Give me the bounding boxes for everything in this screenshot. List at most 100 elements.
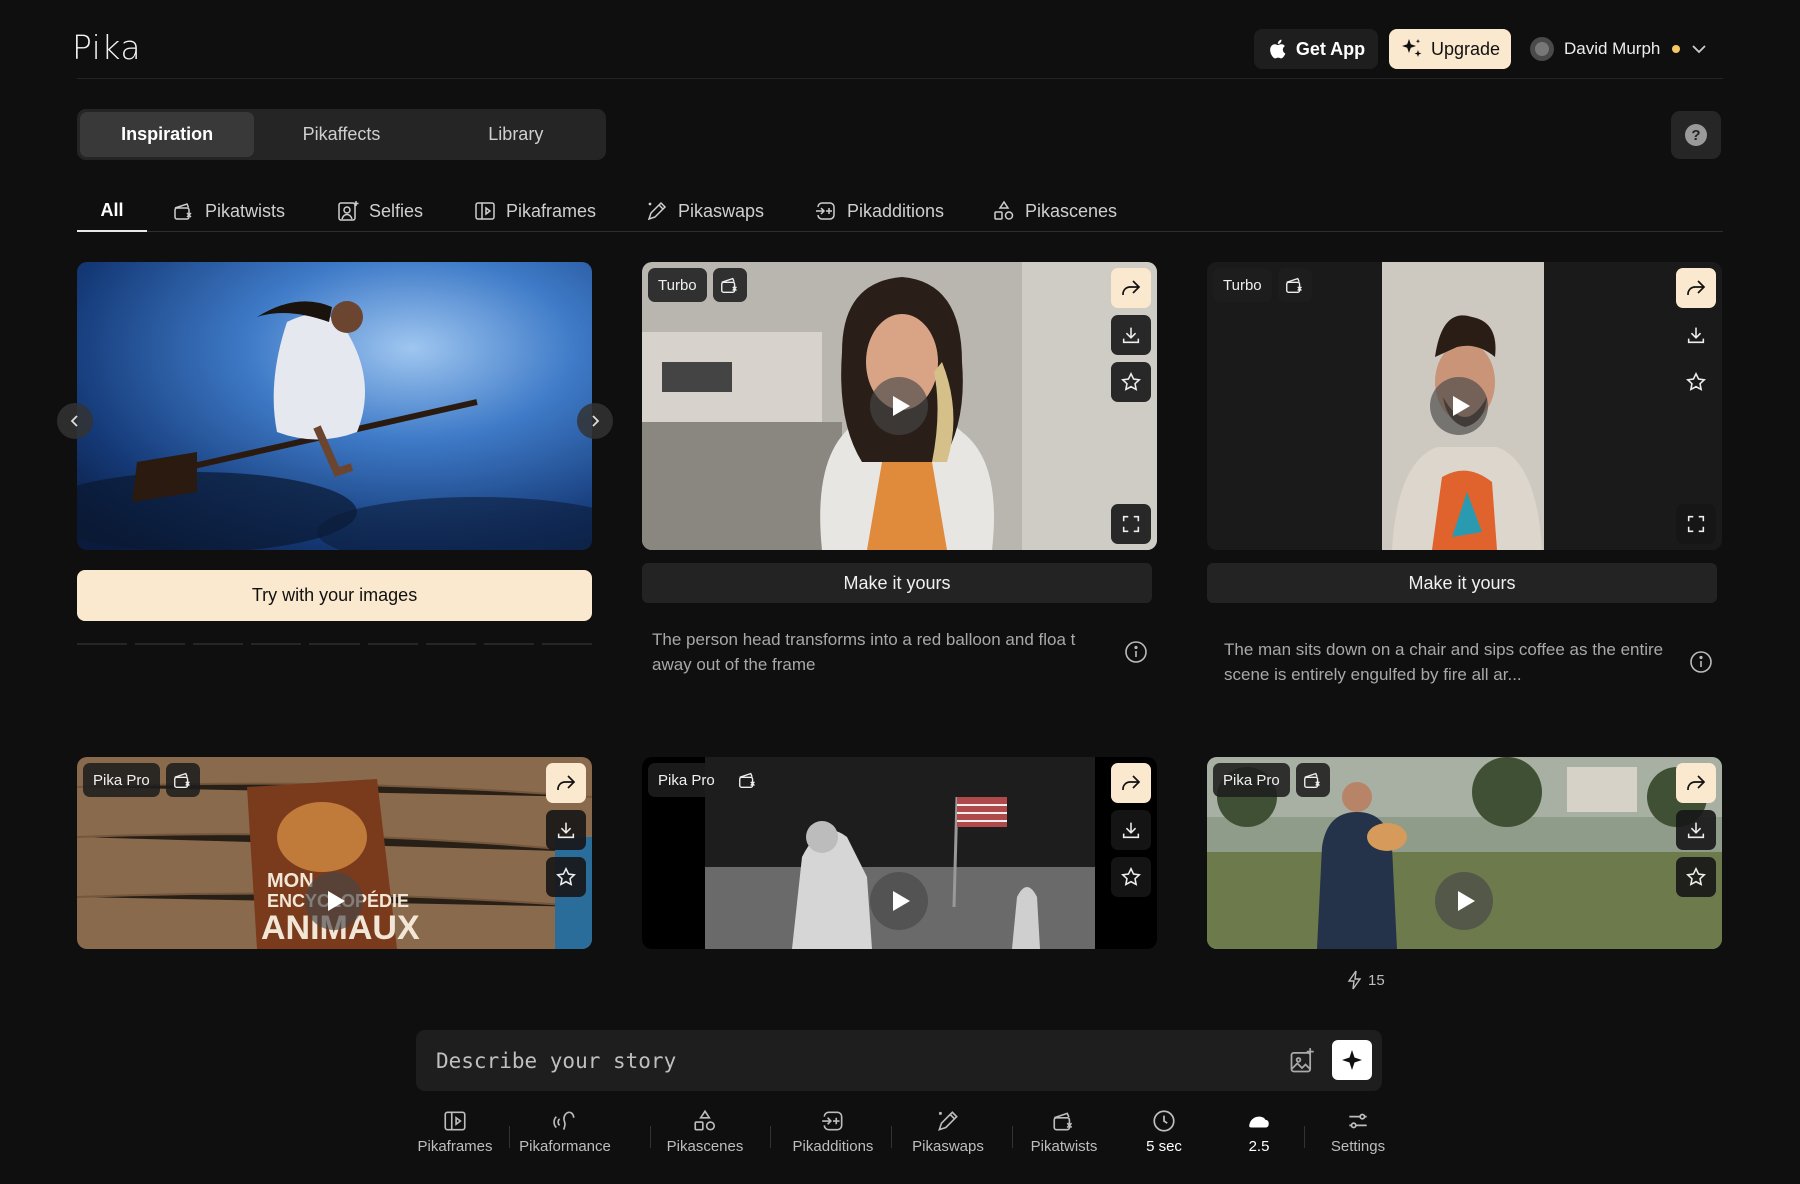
info-icon[interactable] xyxy=(1689,650,1713,674)
play-button[interactable] xyxy=(1435,872,1493,930)
card-actions xyxy=(1111,268,1151,402)
model-badge: Pika Pro xyxy=(1213,763,1290,797)
sparkle-icon xyxy=(1401,39,1422,57)
category-tabs: All Pikatwists Selfies Pikaframes Pikasw… xyxy=(77,190,1723,232)
add-image-icon[interactable] xyxy=(1288,1047,1316,1075)
info-icon[interactable] xyxy=(1124,640,1148,664)
tool-pikatwists[interactable]: Pikatwists xyxy=(1025,1100,1103,1166)
tool-duration[interactable]: 5 sec xyxy=(1139,1100,1189,1166)
help-button[interactable]: ? xyxy=(1671,111,1721,159)
download-button[interactable] xyxy=(1111,810,1151,850)
generate-button[interactable] xyxy=(1332,1040,1372,1080)
tool-model[interactable]: 2.5 xyxy=(1234,1100,1284,1166)
avatar xyxy=(1530,37,1554,61)
favorite-button[interactable] xyxy=(1111,857,1151,897)
tool-pikascenes[interactable]: Pikascenes xyxy=(665,1100,745,1166)
get-app-button[interactable]: Get App xyxy=(1254,29,1378,69)
favorite-button[interactable] xyxy=(1111,362,1151,402)
carousel-next-button[interactable] xyxy=(577,403,613,439)
carousel-dot[interactable] xyxy=(309,643,360,645)
fullscreen-button[interactable] xyxy=(1111,504,1151,544)
share-button[interactable] xyxy=(1676,763,1716,803)
favorite-button[interactable] xyxy=(1676,857,1716,897)
cat-tab-selfies[interactable]: Selfies xyxy=(336,190,423,232)
divider xyxy=(891,1126,892,1148)
cat-tab-pikaswaps[interactable]: Pikaswaps xyxy=(645,190,764,232)
featured-image[interactable] xyxy=(77,262,592,550)
make-it-yours-button[interactable]: Make it yours xyxy=(1207,563,1717,603)
favorite-button[interactable] xyxy=(1676,362,1716,402)
cat-tab-pikatwists[interactable]: Pikatwists xyxy=(172,190,285,232)
tool-label: Pikaformance xyxy=(519,1138,611,1155)
tool-label: Pikaframes xyxy=(417,1138,493,1155)
carousel-dot[interactable] xyxy=(251,643,302,645)
video-card[interactable]: Turbo xyxy=(1207,262,1722,550)
download-button[interactable] xyxy=(1111,315,1151,355)
tool-pikaformance[interactable]: Pikaformance xyxy=(517,1100,613,1166)
tool-label: Pikadditions xyxy=(792,1138,874,1155)
video-card[interactable]: Pika Pro xyxy=(642,757,1157,949)
share-button[interactable] xyxy=(546,763,586,803)
pikaformance-icon xyxy=(553,1111,575,1130)
cat-tab-pikaframes[interactable]: Pikaframes xyxy=(473,190,596,232)
carousel-dot[interactable] xyxy=(193,643,244,645)
play-button[interactable] xyxy=(1430,377,1488,435)
tab-inspiration[interactable]: Inspiration xyxy=(80,112,255,157)
play-button[interactable] xyxy=(870,872,928,930)
share-icon xyxy=(1687,280,1706,295)
selfies-icon xyxy=(338,201,359,221)
carousel-dot[interactable] xyxy=(541,643,592,645)
play-button[interactable] xyxy=(305,872,363,930)
share-icon xyxy=(1122,280,1141,295)
user-menu[interactable]: David Murph xyxy=(1530,32,1708,66)
tool-label: Pikascenes xyxy=(666,1138,744,1155)
video-card[interactable]: Turbo xyxy=(642,262,1157,550)
tool-pikadditions[interactable]: Pikadditions xyxy=(788,1100,878,1166)
upgrade-button[interactable]: Upgrade xyxy=(1389,29,1511,69)
pikatwists-icon xyxy=(1053,1112,1073,1131)
cat-tab-pikascenes[interactable]: Pikascenes xyxy=(992,190,1117,232)
fullscreen-icon xyxy=(1122,515,1140,533)
carousel-dot[interactable] xyxy=(425,643,476,645)
star-icon xyxy=(1121,866,1141,886)
tool-settings[interactable]: Settings xyxy=(1323,1100,1393,1166)
play-button[interactable] xyxy=(870,377,928,435)
video-card[interactable]: MON ENCYCLOPÉDIE ANIMAUX Pika Pro xyxy=(77,757,592,949)
tool-label: Settings xyxy=(1330,1138,1386,1155)
share-icon xyxy=(1687,775,1706,790)
story-prompt-input[interactable] xyxy=(436,1030,1256,1091)
share-button[interactable] xyxy=(1676,268,1716,308)
try-with-images-button[interactable]: Try with your images xyxy=(77,570,592,621)
make-it-yours-button[interactable]: Make it yours xyxy=(642,563,1152,603)
carousel-dot[interactable] xyxy=(367,643,418,645)
tool-pikaframes[interactable]: Pikaframes xyxy=(415,1100,495,1166)
carousel-prev-button[interactable] xyxy=(57,403,93,439)
status-dot xyxy=(1672,45,1681,53)
carousel-dot[interactable] xyxy=(77,643,128,645)
share-button[interactable] xyxy=(1111,268,1151,308)
share-button[interactable] xyxy=(1111,763,1151,803)
lightning-icon xyxy=(1347,970,1362,990)
download-button[interactable] xyxy=(1676,315,1716,355)
chevron-down-icon xyxy=(1692,45,1707,54)
video-card[interactable]: Pika Pro xyxy=(1207,757,1722,949)
star-icon xyxy=(1686,371,1706,391)
pikaswaps-icon xyxy=(647,201,667,221)
carousel-dot[interactable] xyxy=(483,643,534,645)
carousel-dot[interactable] xyxy=(135,643,186,645)
fullscreen-button[interactable] xyxy=(1676,504,1716,544)
download-button[interactable] xyxy=(1676,810,1716,850)
model-badge: Turbo xyxy=(1213,268,1272,302)
favorite-button[interactable] xyxy=(546,857,586,897)
download-button[interactable] xyxy=(546,810,586,850)
cat-tab-all[interactable]: All xyxy=(77,190,147,232)
tool-pikaswaps[interactable]: Pikaswaps xyxy=(908,1100,988,1166)
download-icon xyxy=(1687,822,1705,839)
pikascenes-icon xyxy=(694,1109,716,1131)
pikascenes-icon xyxy=(994,200,1014,220)
cat-tab-pikadditions[interactable]: Pikadditions xyxy=(814,190,944,232)
tab-library[interactable]: Library xyxy=(429,112,603,157)
tab-pikaffects[interactable]: Pikaffects xyxy=(254,112,428,157)
pika-logo[interactable]: Pika xyxy=(72,28,141,67)
pikaframes-icon xyxy=(444,1111,466,1131)
